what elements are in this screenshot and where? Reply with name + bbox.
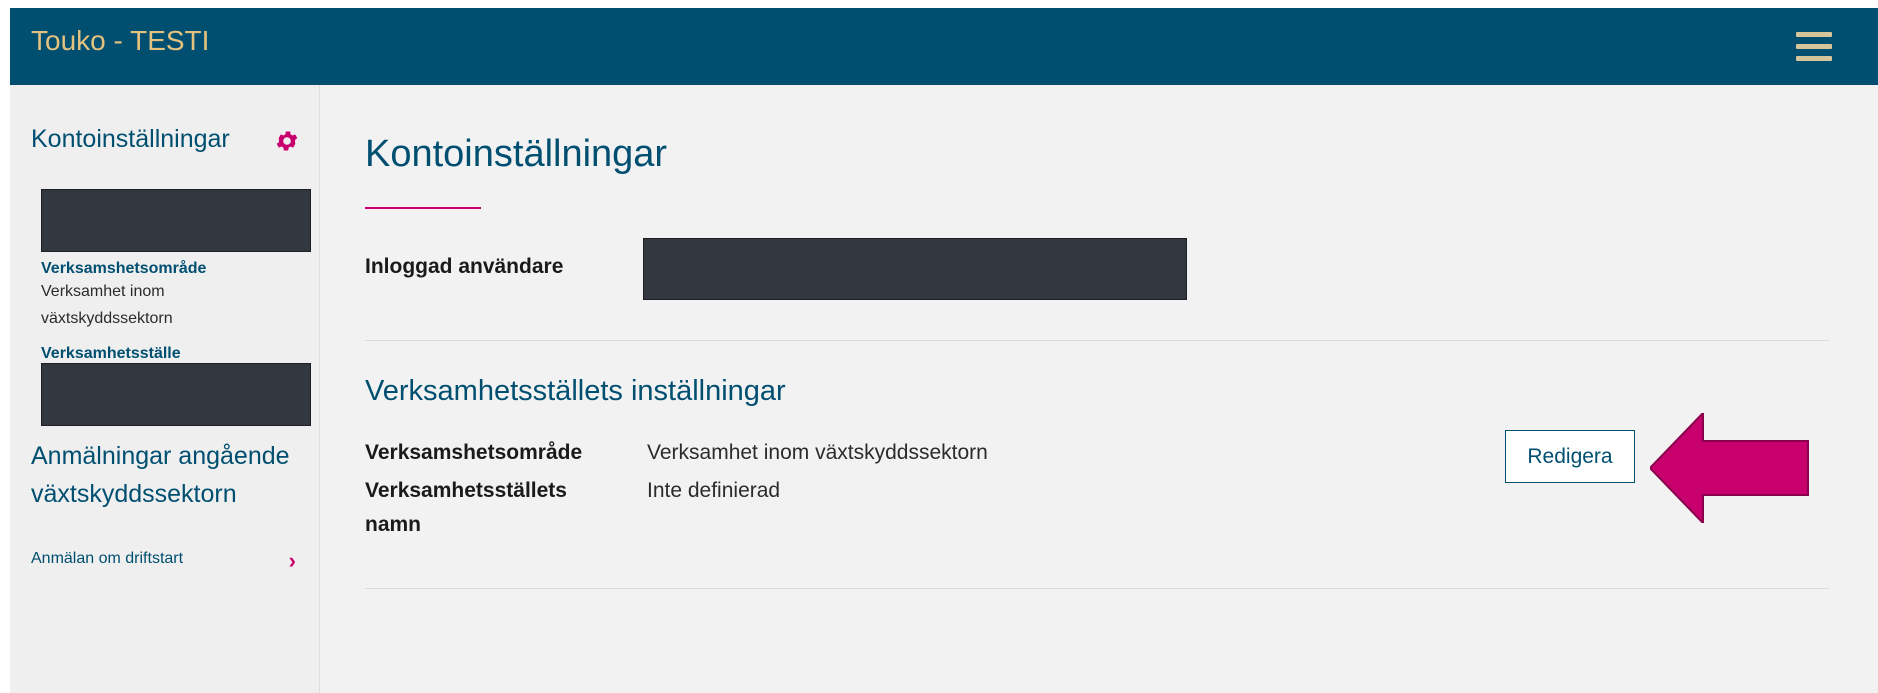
app-title[interactable]: Touko - TESTI [31, 25, 209, 57]
sidebar-link-label: Anmälan om driftstart [31, 550, 184, 567]
sidebar-field-label: Verksamshetsområde [41, 260, 207, 277]
edit-button[interactable]: Redigera [1505, 430, 1635, 483]
top-bar: Touko - TESTI [10, 8, 1878, 85]
field-value: Verksamhet inom växtskyddssektorn [647, 441, 988, 464]
main-content: Kontoinställningar Inloggad användare Ve… [319, 85, 1878, 693]
redacted-block [41, 189, 311, 252]
section-title: Verksamhetsställets inställningar [365, 375, 786, 407]
arrow-left-icon [1650, 413, 1809, 523]
title-underline [365, 207, 481, 209]
sidebar-field-label: Verksamhetsställe [41, 345, 181, 362]
sidebar: Kontoinställningar Verksamshetsområde Ve… [10, 85, 320, 693]
app-frame: Touko - TESTI Kontoinställningar Verksam… [10, 8, 1878, 693]
gear-icon[interactable] [274, 128, 300, 154]
field-label: Verksamhetsställets namn [365, 479, 567, 536]
divider [365, 588, 1829, 589]
redacted-block [41, 363, 311, 426]
sidebar-link-startup-notice[interactable]: Anmälan om driftstart › [31, 548, 296, 573]
field-label: Verksamshetsområde [365, 441, 583, 464]
sidebar-field-value: Verksamhet inom växtskyddssektorn [41, 283, 173, 327]
page-title: Kontoinställningar [365, 133, 668, 175]
hamburger-menu-icon[interactable] [1796, 32, 1832, 64]
divider [365, 340, 1829, 341]
redacted-block [643, 238, 1187, 300]
sidebar-settings-heading[interactable]: Kontoinställningar [31, 125, 230, 154]
logged-in-label: Inloggad användare [365, 255, 564, 278]
sidebar-notifications-heading[interactable]: Anmälningar angående växtskyddssektorn [31, 437, 311, 513]
field-value: Inte definierad [647, 479, 781, 502]
chevron-right-icon: › [288, 548, 296, 573]
